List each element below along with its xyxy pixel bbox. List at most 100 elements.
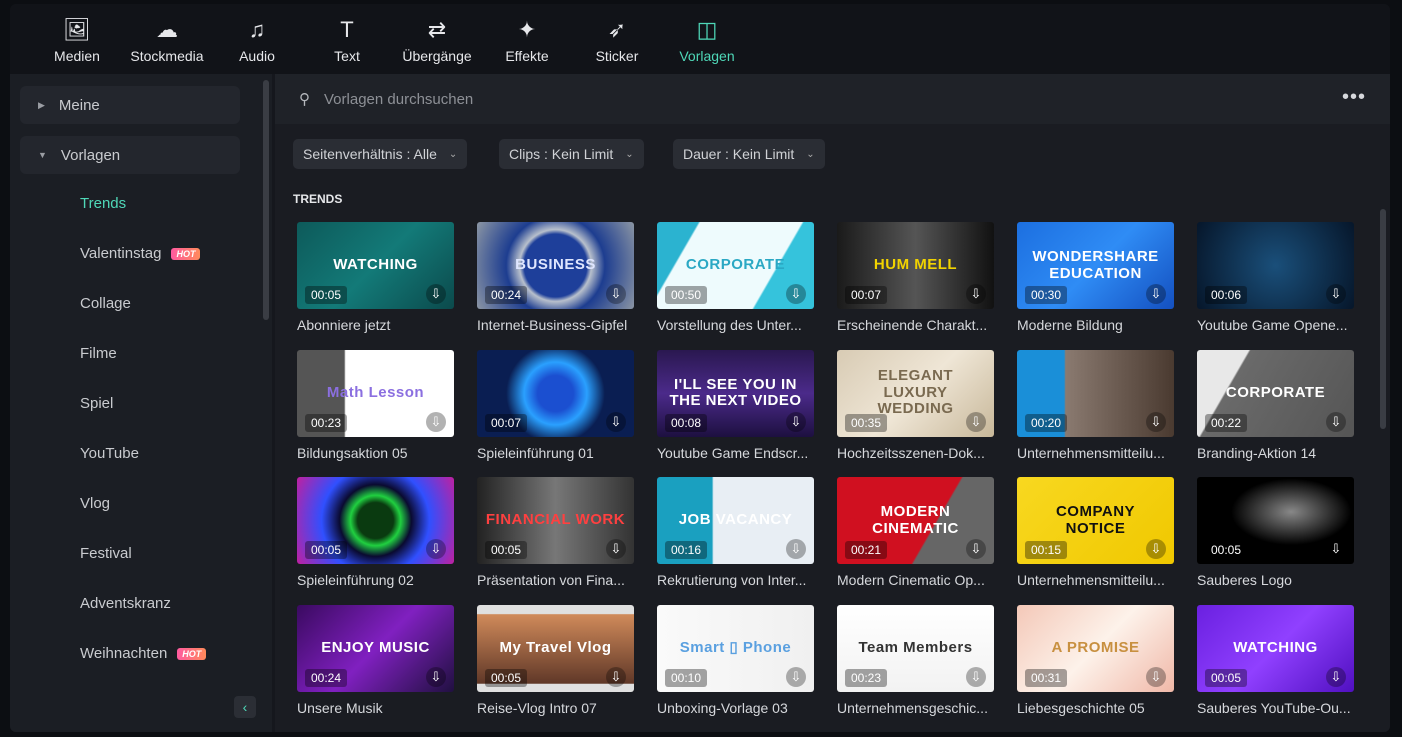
filter-duration[interactable]: Dauer : Kein Limit ⌄: [673, 139, 825, 169]
sidebar-group-meine[interactable]: ▶ Meine: [20, 86, 240, 124]
template-thumbnail[interactable]: MODERN CINEMATIC 00:21 ⇩: [837, 477, 994, 564]
tab-audio[interactable]: ♫ Audio: [212, 4, 302, 74]
template-thumbnail[interactable]: JOB VACANCY 00:16 ⇩: [657, 477, 814, 564]
sidebar-item-filme[interactable]: Filme: [80, 345, 117, 362]
more-options-icon[interactable]: •••: [1342, 86, 1366, 109]
template-card[interactable]: 00:05 ⇩ Sauberes Logo: [1197, 477, 1354, 588]
template-thumbnail[interactable]: WONDERSHARE EDUCATION 00:30 ⇩: [1017, 222, 1174, 309]
template-thumbnail[interactable]: 00:05 ⇩: [297, 477, 454, 564]
template-thumbnail[interactable]: Math Lesson 00:23 ⇩: [297, 349, 454, 437]
template-thumbnail[interactable]: Smart ▯ Phone 00:10 ⇩: [657, 604, 814, 692]
download-icon[interactable]: ⇩: [1326, 666, 1346, 687]
template-card[interactable]: 00:05 ⇩ Spieleinführung 02: [297, 477, 454, 588]
template-thumbnail[interactable]: My Travel Vlog 00:05 ⇩: [477, 604, 634, 692]
tab-übergänge[interactable]: ⇄ Übergänge: [392, 4, 482, 74]
template-card[interactable]: CORPORATE 00:50 ⇩ Vorstellung des Unter.…: [657, 222, 814, 333]
sidebar-group-vorlagen[interactable]: ▼ Vorlagen: [20, 136, 240, 174]
template-card[interactable]: 00:07 ⇩ Spieleinführung 01: [477, 349, 634, 461]
download-icon[interactable]: ⇩: [426, 666, 446, 687]
template-thumbnail[interactable]: A PROMISE 00:31 ⇩: [1017, 604, 1174, 692]
download-icon[interactable]: ⇩: [426, 411, 446, 432]
template-card[interactable]: JOB VACANCY 00:16 ⇩ Rekrutierung von Int…: [657, 477, 814, 588]
download-icon[interactable]: ⇩: [966, 539, 986, 559]
tab-effekte[interactable]: ✦ Effekte: [482, 4, 572, 74]
filter-aspect-ratio[interactable]: Seitenverhältnis : Alle ⌄: [293, 139, 468, 169]
template-card[interactable]: 00:06 ⇩ Youtube Game Opene...: [1197, 222, 1354, 333]
download-icon[interactable]: ⇩: [426, 284, 446, 304]
template-card[interactable]: FINANCIAL WORK 00:05 ⇩ Präsentation von …: [477, 477, 634, 588]
sidebar-item-trends[interactable]: Trends: [80, 195, 126, 212]
template-card[interactable]: I'LL SEE YOU IN THE NEXT VIDEO 00:08 ⇩ Y…: [657, 349, 814, 461]
sidebar-item-adventskranz[interactable]: Adventskranz: [80, 595, 171, 612]
template-thumbnail[interactable]: BUSINESS 00:24 ⇩: [477, 222, 634, 309]
template-card[interactable]: HUM MELL 00:07 ⇩ Erscheinende Charakt...: [837, 222, 994, 333]
template-thumbnail[interactable]: 00:05 ⇩: [1197, 477, 1354, 564]
template-thumbnail[interactable]: ELEGANT LUXURY WEDDING 00:35 ⇩: [837, 349, 994, 437]
sidebar-item-youtube[interactable]: YouTube: [80, 445, 139, 462]
download-icon[interactable]: ⇩: [786, 284, 806, 304]
download-icon[interactable]: ⇩: [1146, 411, 1166, 432]
template-thumbnail[interactable]: WATCHING 00:05 ⇩: [297, 222, 454, 309]
sidebar-item-vlog[interactable]: Vlog: [80, 495, 110, 512]
template-card[interactable]: WATCHING 00:05 ⇩ Sauberes YouTube-Ou...: [1197, 604, 1354, 716]
template-thumbnail[interactable]: CORPORATE 00:22 ⇩: [1197, 349, 1354, 437]
sidebar-scrollbar[interactable]: [263, 80, 269, 320]
download-icon[interactable]: ⇩: [1326, 284, 1346, 304]
collapse-sidebar-button[interactable]: ‹: [234, 696, 256, 718]
template-card[interactable]: ELEGANT LUXURY WEDDING 00:35 ⇩ Hochzeits…: [837, 349, 994, 461]
template-thumbnail[interactable]: HUM MELL 00:07 ⇩: [837, 222, 994, 309]
template-thumbnail[interactable]: FINANCIAL WORK 00:05 ⇩: [477, 477, 634, 564]
search-bar[interactable]: ⚲ Vorlagen durchsuchen •••: [275, 74, 1390, 124]
template-thumbnail[interactable]: WATCHING 00:05 ⇩: [1197, 604, 1354, 692]
tab-text[interactable]: T Text: [302, 4, 392, 74]
download-icon[interactable]: ⇩: [606, 666, 626, 687]
template-card[interactable]: COMPANY NOTICE 00:15 ⇩ Unternehmensmitte…: [1017, 477, 1174, 588]
template-thumbnail[interactable]: 00:20 ⇩: [1017, 349, 1174, 437]
template-card[interactable]: Math Lesson 00:23 ⇩ Bildungsaktion 05: [297, 349, 454, 461]
download-icon[interactable]: ⇩: [786, 539, 806, 559]
download-icon[interactable]: ⇩: [1326, 411, 1346, 432]
tab-stockmedia[interactable]: ☁ Stockmedia: [122, 4, 212, 74]
template-card[interactable]: ENJOY MUSIC 00:24 ⇩ Unsere Musik: [297, 604, 454, 716]
download-icon[interactable]: ⇩: [786, 666, 806, 687]
template-thumbnail[interactable]: ENJOY MUSIC 00:24 ⇩: [297, 604, 454, 692]
sidebar-item-collage[interactable]: Collage: [80, 295, 131, 312]
tab-vorlagen[interactable]: ◫ Vorlagen: [662, 4, 752, 74]
download-icon[interactable]: ⇩: [1146, 284, 1166, 304]
download-icon[interactable]: ⇩: [966, 411, 986, 432]
download-icon[interactable]: ⇩: [426, 539, 446, 559]
sidebar-item-spiel[interactable]: Spiel: [80, 395, 113, 412]
template-card[interactable]: MODERN CINEMATIC 00:21 ⇩ Modern Cinemati…: [837, 477, 994, 588]
template-card[interactable]: 00:20 ⇩ Unternehmensmitteilu...: [1017, 349, 1174, 461]
template-card[interactable]: WATCHING 00:05 ⇩ Abonniere jetzt: [297, 222, 454, 333]
download-icon[interactable]: ⇩: [786, 411, 806, 432]
download-icon[interactable]: ⇩: [966, 666, 986, 687]
content-scrollbar[interactable]: [1380, 209, 1386, 429]
template-card[interactable]: CORPORATE 00:22 ⇩ Branding-Aktion 14: [1197, 349, 1354, 461]
template-thumbnail[interactable]: COMPANY NOTICE 00:15 ⇩: [1017, 477, 1174, 564]
template-thumbnail[interactable]: 00:07 ⇩: [477, 349, 634, 437]
search-input[interactable]: Vorlagen durchsuchen: [324, 91, 473, 108]
filter-clips[interactable]: Clips : Kein Limit ⌄: [499, 139, 644, 169]
download-icon[interactable]: ⇩: [1146, 539, 1166, 559]
download-icon[interactable]: ⇩: [606, 539, 626, 559]
template-card[interactable]: Smart ▯ Phone 00:10 ⇩ Unboxing-Vorlage 0…: [657, 604, 814, 716]
tab-medien[interactable]: 🖼 Medien: [32, 4, 122, 74]
download-icon[interactable]: ⇩: [1146, 666, 1166, 687]
sidebar-item-valentinstag[interactable]: Valentinstag HOT: [80, 245, 201, 262]
template-card[interactable]: Team Members 00:23 ⇩ Unternehmensgeschic…: [837, 604, 994, 716]
template-card[interactable]: WONDERSHARE EDUCATION 00:30 ⇩ Moderne Bi…: [1017, 222, 1174, 333]
tab-sticker[interactable]: ➶ Sticker: [572, 4, 662, 74]
download-icon[interactable]: ⇩: [1326, 539, 1346, 559]
template-thumbnail[interactable]: I'LL SEE YOU IN THE NEXT VIDEO 00:08 ⇩: [657, 349, 814, 437]
download-icon[interactable]: ⇩: [606, 284, 626, 304]
sidebar-item-festival[interactable]: Festival: [80, 545, 132, 562]
template-thumbnail[interactable]: CORPORATE 00:50 ⇩: [657, 222, 814, 309]
template-card[interactable]: BUSINESS 00:24 ⇩ Internet-Business-Gipfe…: [477, 222, 634, 333]
download-icon[interactable]: ⇩: [966, 284, 986, 304]
template-card[interactable]: My Travel Vlog 00:05 ⇩ Reise-Vlog Intro …: [477, 604, 634, 716]
download-icon[interactable]: ⇩: [606, 411, 626, 432]
sidebar-item-weihnachten[interactable]: Weihnachten HOT: [80, 645, 207, 662]
template-thumbnail[interactable]: Team Members 00:23 ⇩: [837, 604, 994, 692]
template-thumbnail[interactable]: 00:06 ⇩: [1197, 222, 1354, 309]
